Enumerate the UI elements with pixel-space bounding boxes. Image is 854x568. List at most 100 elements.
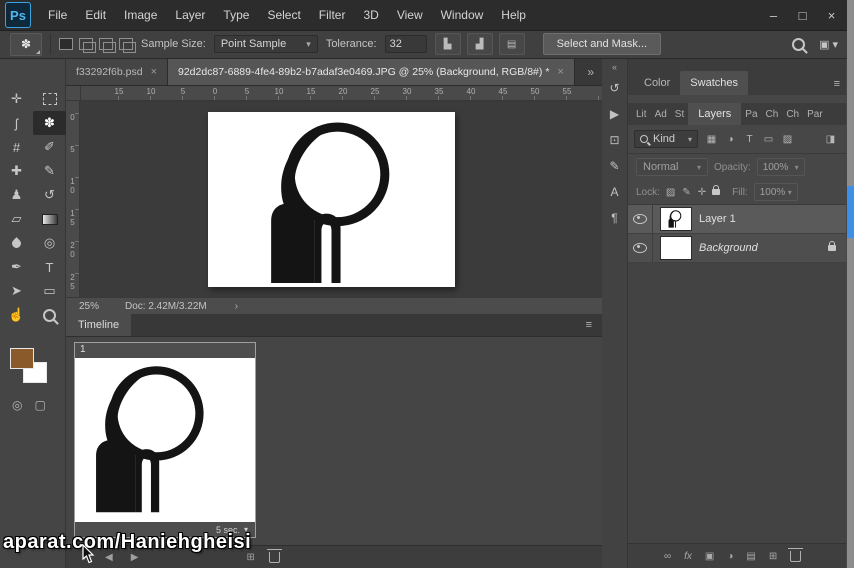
layer-effects-icon[interactable]: fx bbox=[684, 551, 692, 562]
layer-filter-kind-select[interactable]: Kind ▾ bbox=[634, 130, 698, 148]
move-tool[interactable]: ✛ bbox=[0, 87, 33, 111]
menu-item-image[interactable]: Image bbox=[115, 0, 166, 30]
animation-frame-1[interactable]: 1 5 sec. ▾ bbox=[74, 342, 256, 538]
menu-item-select[interactable]: Select bbox=[258, 0, 309, 30]
new-layer-icon[interactable]: ⊞ bbox=[769, 551, 777, 562]
healing-brush-tool[interactable]: ✚ bbox=[0, 159, 33, 183]
filter-toggle-icon[interactable]: ◨ bbox=[823, 134, 838, 145]
blend-mode-select[interactable]: Normal ▾ bbox=[636, 158, 708, 176]
close-button[interactable]: × bbox=[817, 0, 846, 30]
select-and-mask-button[interactable]: Select and Mask... bbox=[542, 33, 662, 55]
panel-menu-icon[interactable]: ≡ bbox=[834, 78, 840, 90]
lasso-tool[interactable]: ʃ bbox=[0, 111, 33, 135]
search-icon[interactable] bbox=[792, 37, 806, 51]
sample-size-select[interactable]: Point Sample ▾ bbox=[213, 35, 318, 53]
delete-frame-icon[interactable] bbox=[266, 548, 282, 566]
histogram-alt-icon[interactable]: ▟ bbox=[466, 33, 493, 55]
layer-group-icon[interactable]: ▤ bbox=[746, 551, 755, 562]
magic-wand-tool[interactable]: ✽ bbox=[33, 111, 66, 135]
dodge-tool[interactable]: ◎ bbox=[33, 231, 66, 255]
lock-pixels-icon[interactable]: ✎ bbox=[682, 187, 690, 198]
page-scrollbar[interactable] bbox=[847, 0, 854, 568]
opacity-select[interactable]: 100% ▾ bbox=[756, 158, 805, 176]
tab-layers[interactable]: Layers bbox=[688, 103, 742, 125]
scrollbar-thumb[interactable] bbox=[847, 186, 854, 238]
minimize-button[interactable]: – bbox=[759, 0, 788, 30]
panel-tab-pa[interactable]: Pa bbox=[741, 103, 761, 125]
eyedropper-tool[interactable]: ✐ bbox=[33, 135, 66, 159]
menu-item-layer[interactable]: Layer bbox=[166, 0, 214, 30]
new-selection-icon[interactable] bbox=[59, 38, 73, 50]
layer-name[interactable]: Layer 1 bbox=[699, 213, 736, 225]
menu-item-window[interactable]: Window bbox=[432, 0, 493, 30]
history-panel-icon[interactable]: ↺ bbox=[602, 75, 628, 101]
filter-adjustment-icon[interactable]: ◑ bbox=[723, 134, 738, 145]
document-tab-1[interactable]: f33292f6b.psd × bbox=[66, 59, 168, 85]
clone-source-panel-icon[interactable]: ⊡ bbox=[602, 127, 628, 153]
filter-smart-icon[interactable]: ▨ bbox=[780, 134, 795, 145]
canvas[interactable] bbox=[80, 101, 602, 297]
subtract-selection-icon[interactable] bbox=[99, 38, 116, 53]
filter-type-icon[interactable]: T bbox=[742, 134, 757, 145]
layer-row-background[interactable]: Background bbox=[628, 234, 846, 263]
sample-layers-icon[interactable]: ▤ bbox=[498, 33, 525, 55]
adjustment-layer-icon[interactable]: ◑ bbox=[727, 551, 733, 562]
zoom-tool[interactable] bbox=[33, 303, 66, 327]
filter-shape-icon[interactable]: ▭ bbox=[761, 134, 776, 145]
marquee-tool[interactable] bbox=[33, 87, 66, 111]
fill-select[interactable]: 100% ▾ bbox=[753, 183, 798, 201]
tab-color[interactable]: Color bbox=[634, 71, 680, 95]
menu-item-filter[interactable]: Filter bbox=[310, 0, 355, 30]
frame-thumbnail[interactable] bbox=[75, 358, 255, 522]
link-layers-icon[interactable]: ∞ bbox=[664, 551, 671, 562]
pen-tool[interactable]: ✒ bbox=[0, 255, 33, 279]
layer-thumbnail[interactable] bbox=[660, 207, 692, 231]
character-panel-icon[interactable]: A bbox=[602, 179, 628, 205]
clone-stamp-tool[interactable]: ♟ bbox=[0, 183, 33, 207]
lock-position-icon[interactable]: ✛ bbox=[698, 187, 706, 198]
close-icon[interactable]: × bbox=[557, 66, 563, 78]
menu-item-help[interactable]: Help bbox=[492, 0, 535, 30]
panel-tab-par[interactable]: Par bbox=[803, 103, 827, 125]
panel-tab-ch[interactable]: Ch bbox=[762, 103, 783, 125]
current-tool-button[interactable]: ✽ bbox=[10, 32, 42, 56]
history-brush-tool[interactable]: ↺ bbox=[33, 183, 66, 207]
hand-tool[interactable]: ☝ bbox=[0, 303, 33, 327]
shape-tool[interactable]: ▭ bbox=[33, 279, 66, 303]
paragraph-panel-icon[interactable]: ¶ bbox=[602, 205, 628, 231]
document-image[interactable] bbox=[208, 112, 455, 287]
path-select-tool[interactable]: ➤ bbox=[0, 279, 33, 303]
filter-pixel-icon[interactable]: ▦ bbox=[704, 134, 719, 145]
layer-mask-icon[interactable]: ▣ bbox=[705, 551, 714, 562]
brush-settings-panel-icon[interactable]: ✎ bbox=[602, 153, 628, 179]
layer-row-layer-1[interactable]: Layer 1 bbox=[628, 205, 846, 234]
panel-tab-lit[interactable]: Lit bbox=[632, 103, 651, 125]
lock-all-icon[interactable] bbox=[712, 185, 721, 195]
crop-tool[interactable]: # bbox=[0, 135, 33, 159]
expand-dock-icon[interactable]: « bbox=[612, 59, 617, 75]
layer-name[interactable]: Background bbox=[699, 242, 758, 254]
tab-swatches[interactable]: Swatches bbox=[680, 71, 748, 95]
menu-item-3d[interactable]: 3D bbox=[354, 0, 387, 30]
menu-item-type[interactable]: Type bbox=[214, 0, 258, 30]
visibility-toggle[interactable] bbox=[628, 205, 653, 233]
add-selection-icon[interactable] bbox=[79, 38, 96, 53]
menu-item-file[interactable]: File bbox=[39, 0, 76, 30]
gradient-tool[interactable] bbox=[33, 207, 66, 231]
menu-item-edit[interactable]: Edit bbox=[76, 0, 115, 30]
status-expander-icon[interactable]: › bbox=[235, 301, 238, 312]
close-icon[interactable]: × bbox=[151, 66, 157, 78]
panel-tab-ch[interactable]: Ch bbox=[782, 103, 803, 125]
histogram-icon[interactable]: ▙ bbox=[434, 33, 461, 55]
workspace-switcher[interactable]: ▣ ▾ bbox=[819, 38, 838, 51]
panel-tab-ad[interactable]: Ad bbox=[651, 103, 671, 125]
lock-transparency-icon[interactable]: ▨ bbox=[666, 187, 675, 198]
maximize-button[interactable]: □ bbox=[788, 0, 817, 30]
delete-layer-icon[interactable] bbox=[788, 547, 804, 565]
quick-mask-icon[interactable]: ◎ bbox=[12, 398, 22, 412]
menu-item-view[interactable]: View bbox=[388, 0, 432, 30]
type-tool[interactable]: T bbox=[33, 255, 66, 279]
visibility-toggle[interactable] bbox=[628, 234, 653, 262]
panel-tab-st[interactable]: St bbox=[671, 103, 688, 125]
zoom-level[interactable]: 25% bbox=[79, 301, 125, 312]
